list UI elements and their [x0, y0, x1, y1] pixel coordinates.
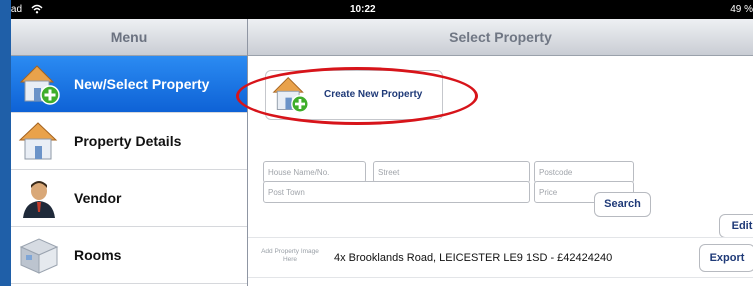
sidebar-item-property-details[interactable]: Property Details — [11, 113, 247, 170]
export-button[interactable]: Export — [699, 244, 753, 272]
app-frame: iPad 10:22 49 % Menu — [11, 0, 753, 286]
sidebar-item-new-select-property[interactable]: New/Select Property — [11, 56, 247, 113]
property-image-placeholder[interactable]: Add Property Image Here — [256, 248, 324, 268]
postcode-input[interactable]: Postcode — [534, 161, 634, 183]
create-button-label: Create New Property — [324, 89, 423, 100]
sidebar-item-label: Rooms — [74, 247, 122, 263]
page-title: Select Property — [248, 19, 753, 56]
house-add-icon — [17, 62, 61, 106]
edit-button[interactable]: Edit — [719, 214, 753, 238]
house-add-icon — [270, 74, 310, 114]
wifi-icon — [31, 0, 43, 19]
sidebar-item-vendor[interactable]: Vendor — [11, 170, 247, 227]
sidebar-item-label: Property Details — [74, 133, 182, 149]
sidebar-item-label: New/Select Property — [74, 76, 210, 92]
status-bar: iPad 10:22 49 % — [11, 0, 753, 19]
sidebar-title: Menu — [11, 19, 247, 56]
sidebar-item-label: Vendor — [74, 190, 122, 206]
property-list-item[interactable]: 4x Brooklands Road, LEICESTER LE9 1SD - … — [334, 248, 612, 268]
device-label: iPad — [11, 4, 23, 15]
house-name-input[interactable]: House Name/No. — [263, 161, 366, 183]
person-icon — [17, 176, 61, 220]
create-new-property-button[interactable]: Create New Property — [265, 70, 443, 120]
street-input[interactable]: Street — [373, 161, 530, 183]
row-divider — [248, 277, 753, 278]
room-icon — [17, 233, 61, 277]
search-button[interactable]: Search — [594, 192, 651, 217]
house-icon — [17, 119, 61, 163]
sidebar: Menu New/Select Property Property Detail… — [11, 19, 248, 286]
row-divider — [248, 237, 753, 238]
status-time: 10:22 — [350, 4, 376, 15]
sidebar-item-rooms[interactable]: Rooms — [11, 227, 247, 284]
post-town-input[interactable]: Post Town — [263, 181, 530, 203]
battery-level: 49 % — [730, 4, 753, 15]
main-panel: Select Property Create New Property Hous… — [236, 19, 753, 286]
